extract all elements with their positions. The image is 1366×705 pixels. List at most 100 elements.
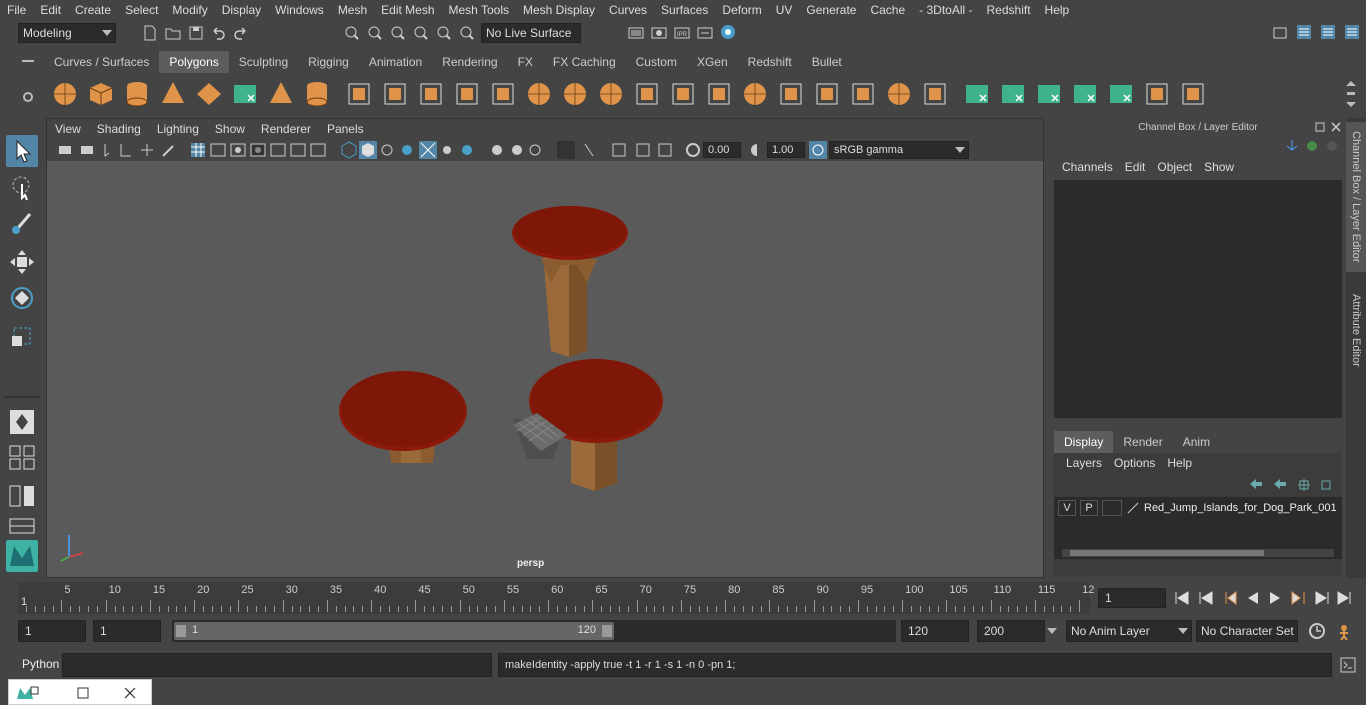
live-surface-field[interactable]: No Live Surface <box>481 23 581 43</box>
layer-menu-options[interactable]: Options <box>1108 456 1161 472</box>
plane-icon[interactable] <box>194 79 224 109</box>
select-hierarchy-icon[interactable] <box>344 25 360 41</box>
cylinder-icon[interactable] <box>122 79 152 109</box>
playback-controls[interactable] <box>1174 589 1358 607</box>
anim-layer-dropdown[interactable]: No Anim Layer <box>1066 620 1192 642</box>
mode-dropdown[interactable]: Modeling <box>18 23 116 43</box>
menu-create[interactable]: Create <box>68 0 118 20</box>
gamma-field[interactable]: 1.00 <box>767 142 805 158</box>
range-slider-track[interactable]: 1 120 <box>172 620 896 642</box>
render-settings-icon[interactable] <box>697 25 713 41</box>
single-layout-icon[interactable] <box>6 406 38 438</box>
tab-rigging[interactable]: Rigging <box>298 51 359 73</box>
select-tool-icon[interactable] <box>6 135 38 167</box>
layer-type-toggle[interactable] <box>1102 500 1122 516</box>
ipr-render-icon[interactable]: IPR <box>674 25 690 41</box>
tab-fx[interactable]: FX <box>508 51 543 73</box>
tab-bullet[interactable]: Bullet <box>802 51 852 73</box>
isolate-select-icon[interactable] <box>557 141 575 159</box>
tab-xgen[interactable]: XGen <box>687 51 738 73</box>
split-icon[interactable] <box>920 79 950 109</box>
camera-tools-icon[interactable] <box>59 142 189 158</box>
gamma-icon[interactable] <box>749 142 765 158</box>
shading-mode-icons[interactable] <box>341 141 541 159</box>
layer-action-icons[interactable] <box>1248 477 1338 491</box>
attribute-toggle-icon[interactable] <box>1320 24 1336 40</box>
viewport-3d-canvas[interactable]: persp <box>47 161 1043 577</box>
uv-layout-icon[interactable] <box>1142 79 1172 109</box>
tab-rendering[interactable]: Rendering <box>432 51 507 73</box>
menu-help[interactable]: Help <box>1038 0 1077 20</box>
snap-point-icon[interactable] <box>413 25 429 41</box>
outliner-layout-icon[interactable] <box>6 516 38 536</box>
smooth-icon[interactable] <box>452 79 482 109</box>
undo-icon[interactable] <box>210 25 226 41</box>
edge-loop-icon[interactable] <box>776 79 806 109</box>
uv-spherical-icon[interactable] <box>1070 79 1100 109</box>
channelbox-mode-icons[interactable] <box>1284 138 1340 154</box>
two-view-layout-icon[interactable] <box>6 480 38 512</box>
redo-icon[interactable] <box>233 25 249 41</box>
current-frame-field[interactable]: 1 <box>1098 588 1166 608</box>
torus-icon[interactable] <box>230 79 260 109</box>
pipe-icon[interactable] <box>302 79 332 109</box>
channelbox-list[interactable] <box>1054 180 1342 418</box>
layer-name[interactable]: Red_Jump_Islands_for_Dog_Park_001 <box>1144 502 1337 514</box>
menu-deform[interactable]: Deform <box>715 0 768 20</box>
move-tool-icon[interactable] <box>6 246 38 278</box>
menu-file[interactable]: File <box>0 0 33 20</box>
menu-mesh-display[interactable]: Mesh Display <box>516 0 602 20</box>
sphere-icon[interactable] <box>50 79 80 109</box>
tab-redshift[interactable]: Redshift <box>738 51 802 73</box>
maximize-icon[interactable] <box>77 687 89 699</box>
offset-loop-icon[interactable] <box>848 79 878 109</box>
layer-row[interactable]: V P Red_Jump_Islands_for_Dog_Park_001 <box>1058 499 1340 517</box>
tab-attribute-editor[interactable]: Attribute Editor <box>1346 282 1366 378</box>
extrude-icon[interactable] <box>524 79 554 109</box>
shelf-menu-icon[interactable] <box>22 60 34 62</box>
tab-display[interactable]: Display <box>1054 431 1114 453</box>
shelf-settings-gear-icon[interactable] <box>21 90 35 104</box>
layer-scrollbar-thumb[interactable] <box>1070 550 1264 556</box>
shelf-scroll-icon[interactable] <box>1344 78 1358 110</box>
script-editor-icon[interactable] <box>1340 657 1356 673</box>
scene-end-field[interactable]: 200 <box>977 620 1045 642</box>
new-scene-icon[interactable] <box>142 25 158 41</box>
rotate-tool-icon[interactable] <box>6 282 38 314</box>
maya-window-icon[interactable] <box>15 685 39 701</box>
snap-grid-icon[interactable] <box>367 25 383 41</box>
viewport-menu-panels[interactable]: Panels <box>319 122 372 136</box>
menu-surfaces[interactable]: Surfaces <box>654 0 715 20</box>
viewport-menu-show[interactable]: Show <box>207 122 253 136</box>
menu-redshift[interactable]: Redshift <box>980 0 1038 20</box>
panel-float-close-icons[interactable] <box>1314 121 1342 133</box>
layer-menu-layers[interactable]: Layers <box>1060 456 1108 472</box>
menu-mesh-tools[interactable]: Mesh Tools <box>442 0 516 20</box>
tab-custom[interactable]: Custom <box>626 51 687 73</box>
menu-edit[interactable]: Edit <box>33 0 68 20</box>
menu-windows[interactable]: Windows <box>268 0 331 20</box>
append-polygon-icon[interactable] <box>740 79 770 109</box>
menu-uv[interactable]: UV <box>769 0 800 20</box>
character-set-dropdown[interactable]: No Character Set <box>1196 620 1298 642</box>
exposure-field[interactable]: 0.00 <box>703 142 741 158</box>
pyramid-icon[interactable] <box>266 79 296 109</box>
target-weld-icon[interactable] <box>668 79 698 109</box>
bevel-icon[interactable] <box>596 79 626 109</box>
multi-cut-icon[interactable] <box>632 79 662 109</box>
tab-polygons[interactable]: Polygons <box>159 51 229 73</box>
auto-key-icon[interactable] <box>1308 622 1326 640</box>
time-slider-track[interactable]: 5 10 15 20 25 30 35 40 45 50 55 60 65 70 75 80 85 90 95 100… <box>18 582 1094 614</box>
menu-display[interactable]: Display <box>215 0 268 20</box>
tab-channel-box[interactable]: Channel Box / Layer Editor <box>1346 122 1366 272</box>
snap-surface-icon[interactable] <box>459 25 475 41</box>
uv-automatic-icon[interactable] <box>962 79 992 109</box>
tab-animation[interactable]: Animation <box>359 51 432 73</box>
save-scene-icon[interactable] <box>188 25 204 41</box>
viewport-menu-view[interactable]: View <box>47 122 89 136</box>
layer-menu-help[interactable]: Help <box>1161 456 1198 472</box>
color-space-dropdown[interactable]: sRGB gamma <box>829 141 969 159</box>
hypershade-icon[interactable] <box>720 24 736 40</box>
viewport-menu-lighting[interactable]: Lighting <box>149 122 207 136</box>
insert-loop-icon[interactable] <box>812 79 842 109</box>
